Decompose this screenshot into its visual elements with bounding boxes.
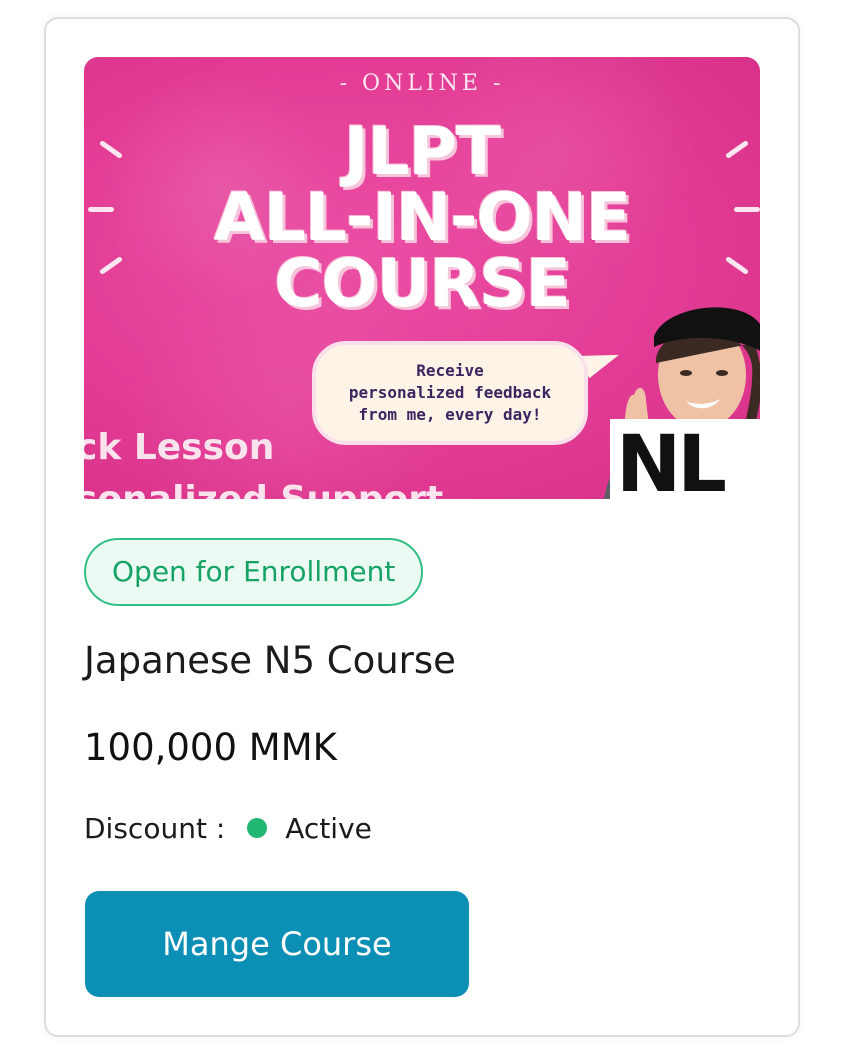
discount-label: Discount : <box>84 811 226 845</box>
speech-bubble-line: personalized feedback <box>348 383 552 402</box>
speech-bubble-line: Receive <box>416 361 484 380</box>
course-title: Japanese N5 Course <box>84 639 456 682</box>
banner-kicker: - ONLINE - <box>339 71 505 96</box>
course-price: 100,000 MMK <box>84 726 337 769</box>
course-banner-image: - ONLINE - JLPT ALL-IN-ONE COURSE ck Les… <box>84 57 760 499</box>
discount-status: Active <box>285 811 372 845</box>
discount-row: Discount : Active <box>84 808 372 848</box>
enrollment-status-badge: Open for Enrollment <box>84 538 424 606</box>
nl-badge: NL <box>610 419 760 499</box>
speech-bubble-line: from me, every day! <box>358 405 542 424</box>
banner-side-line: sonalized Support <box>84 474 443 499</box>
speech-bubble: Receive personalized feedback from me, e… <box>312 341 588 445</box>
manage-course-button[interactable]: Mange Course <box>85 891 469 997</box>
active-status-dot-icon <box>247 818 268 838</box>
banner-headline-line: JLPT <box>343 113 501 190</box>
banner-headline-line: ALL-IN-ONE <box>213 179 631 256</box>
